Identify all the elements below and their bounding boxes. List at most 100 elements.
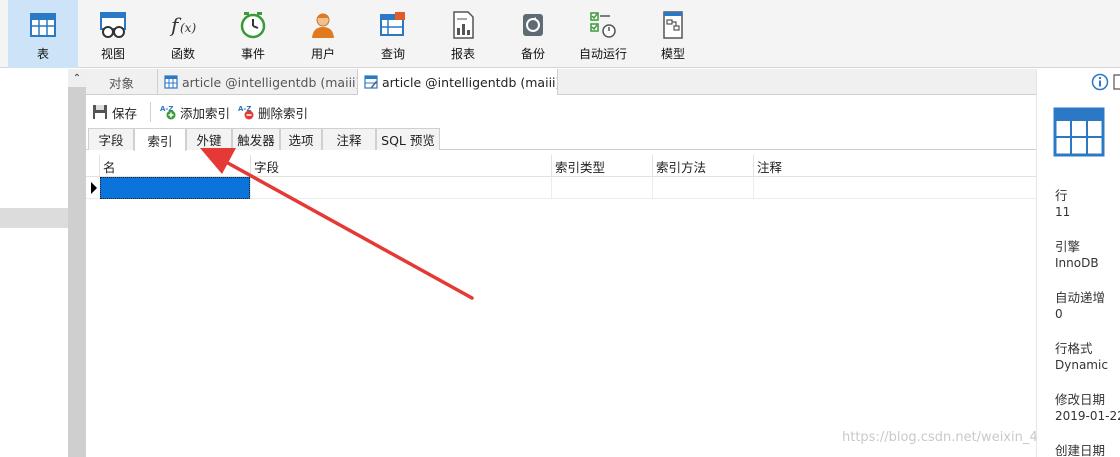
toolbar-report-label: 报表: [450, 47, 475, 61]
cell-name[interactable]: [100, 177, 250, 199]
subtab-comment[interactable]: 注释: [322, 128, 376, 150]
toolbar-query-button[interactable]: 查询: [358, 0, 428, 68]
subtab-comment-label: 注释: [336, 133, 362, 148]
save-button-label: 保存: [112, 105, 138, 121]
column-header-fields-label: 字段: [254, 159, 280, 175]
info-modified-value: 2019-01-22: [1055, 409, 1120, 423]
add-index-button[interactable]: A-Z 添加索引: [160, 102, 230, 122]
tab-article-design-label: article @intelligentdb (maiii)...: [382, 74, 558, 90]
add-index-label: 添加索引: [180, 105, 231, 121]
table-icon: [164, 75, 178, 89]
cell-index-method[interactable]: [652, 177, 753, 199]
toolbar-model-button[interactable]: 模型: [638, 0, 708, 68]
subtab-foreign-keys-label: 外键: [196, 133, 222, 148]
column-header-index-type-label: 索引类型: [555, 159, 606, 175]
toolbar-backup-button[interactable]: 备份: [498, 0, 568, 68]
tab-article-table[interactable]: article @intelligentdb (maiii)...: [158, 69, 358, 95]
scroll-up-icon[interactable]: ⌃: [68, 69, 86, 87]
toolbar-table-label: 表: [36, 47, 49, 61]
info-autoinc-label: 自动递增: [1055, 290, 1106, 305]
table-row[interactable]: [86, 177, 1036, 199]
column-header-comment[interactable]: 注释: [753, 155, 1036, 177]
save-button[interactable]: 保存: [92, 102, 137, 122]
index-grid[interactable]: 名 字段 索引类型 索引方法 注释: [86, 155, 1036, 457]
column-header-index-method-label: 索引方法: [656, 159, 707, 175]
subtab-indexes[interactable]: 索引: [134, 128, 186, 151]
cell-fields[interactable]: [250, 177, 551, 199]
grid-header: 名 字段 索引类型 索引方法 注释: [86, 155, 1036, 177]
toolbar-view-button[interactable]: 视图: [78, 0, 148, 68]
toolbar-function-button[interactable]: f (x) 函数: [148, 0, 218, 68]
toolbar-model-label: 模型: [660, 47, 685, 61]
toolbar-divider: [150, 102, 151, 122]
backup-icon: [523, 14, 543, 36]
toolbar-report-button[interactable]: 报表: [428, 0, 498, 68]
index-actions-bar: 保存 A-Z 添加索引 A-Z 删除索引: [86, 100, 1036, 124]
tab-article-table-label: article @intelligentdb (maiii)...: [182, 74, 358, 90]
function-icon: f (x): [169, 13, 196, 37]
current-row-indicator-icon: [91, 182, 97, 194]
main-toolbar: 表 视图 f (x) 函数 事件 用户 查询 报表 备份 自动运行 模型: [0, 0, 1120, 68]
column-header-comment-label: 注释: [757, 159, 783, 175]
info-rowformat-label: 行格式: [1055, 341, 1093, 356]
subtab-fields[interactable]: 字段: [88, 128, 134, 150]
auto-run-icon: [590, 12, 616, 38]
navigation-pane[interactable]: [0, 69, 68, 457]
info-rowformat-value: Dynamic: [1055, 358, 1108, 372]
view-icon: [100, 12, 126, 38]
column-header-fields[interactable]: 字段: [250, 155, 551, 177]
subtab-sql-preview-label: SQL 预览: [381, 133, 435, 148]
add-index-icon: A-Z: [160, 105, 176, 120]
toolbar-backup-label: 备份: [520, 47, 545, 61]
table-edit-icon: [364, 75, 378, 89]
delete-index-button[interactable]: A-Z 删除索引: [238, 102, 308, 122]
toolbar-event-label: 事件: [240, 47, 265, 61]
toolbar-user-label: 用户: [310, 47, 335, 61]
toolbar-table-button[interactable]: 表: [8, 0, 78, 68]
tab-objects[interactable]: 对象: [86, 69, 158, 95]
info-autoinc-value: 0: [1055, 307, 1063, 321]
column-header-index-method[interactable]: 索引方法: [652, 155, 753, 177]
query-icon: [380, 12, 405, 36]
navigation-scrollbar[interactable]: ⌃: [68, 69, 86, 457]
subtab-sql-preview[interactable]: SQL 预览: [376, 128, 440, 150]
subtab-foreign-keys[interactable]: 外键: [186, 128, 232, 150]
watermark-text: https://blog.csdn.net/weixin_4: [842, 430, 1038, 445]
toolbar-user-button[interactable]: 用户: [288, 0, 358, 68]
user-icon: [312, 13, 334, 38]
tab-objects-label: 对象: [108, 75, 134, 91]
model-icon: [663, 11, 683, 39]
info-created-label: 创建日期: [1055, 443, 1106, 457]
column-header-name-label: 名: [103, 159, 116, 175]
column-header-index-type[interactable]: 索引类型: [551, 155, 652, 177]
toolbar-view-label: 视图: [100, 47, 125, 61]
toolbar-event-button[interactable]: 事件: [218, 0, 288, 68]
document-icon[interactable]: [1113, 74, 1120, 90]
info-rows-value: 11: [1055, 205, 1071, 219]
subtab-triggers-label: 触发器: [237, 133, 275, 148]
info-icon[interactable]: [1091, 73, 1109, 91]
toolbar-auto-run-label: 自动运行: [578, 47, 627, 61]
info-rows-label: 行: [1055, 188, 1068, 203]
toolbar-auto-run-button[interactable]: 自动运行: [568, 0, 638, 68]
subtab-options-label: 选项: [288, 133, 314, 148]
report-icon: [453, 11, 474, 39]
subtab-triggers[interactable]: 触发器: [232, 128, 280, 150]
document-tabs: 对象 article @intelligentdb (maiii)... art…: [86, 69, 1036, 95]
subtab-options[interactable]: 选项: [280, 128, 322, 150]
subtab-indexes-label: 索引: [147, 133, 173, 149]
column-header-name[interactable]: 名: [99, 155, 250, 177]
table-icon: [30, 13, 56, 37]
info-modified-label: 修改日期: [1055, 392, 1106, 407]
table-large-icon: [1053, 107, 1105, 157]
navigation-selected-item[interactable]: [0, 208, 68, 228]
design-subtabs: 字段 索引 外键 触发器 选项 注释 SQL 预览: [86, 128, 1036, 151]
subtab-fields-label: 字段: [98, 133, 124, 148]
tab-article-design[interactable]: article @intelligentdb (maiii)...: [358, 69, 558, 95]
info-engine-label: 引擎: [1055, 239, 1081, 254]
event-clock-icon: [240, 12, 266, 39]
delete-index-label: 删除索引: [258, 105, 309, 121]
cell-comment[interactable]: [753, 177, 1036, 199]
delete-index-icon: A-Z: [238, 105, 254, 120]
cell-index-type[interactable]: [551, 177, 652, 199]
